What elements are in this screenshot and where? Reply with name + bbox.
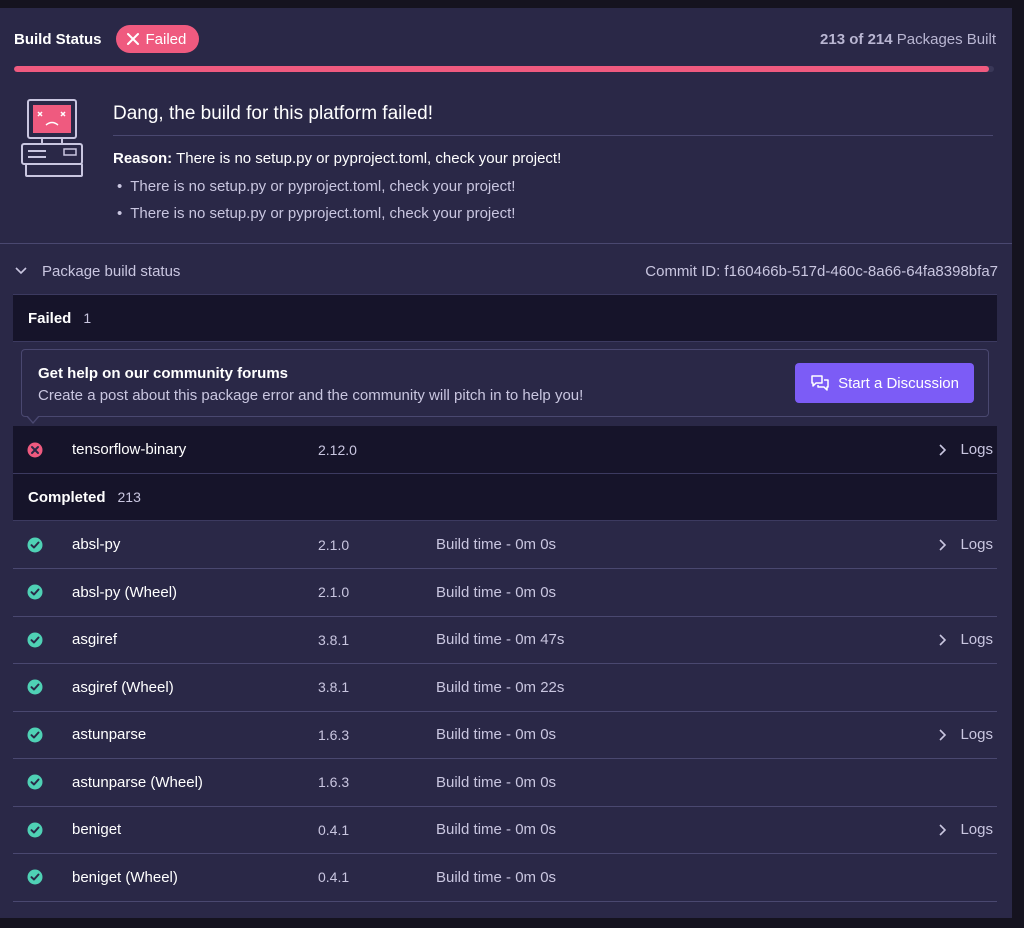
package-build-time: Build time - 0m 0s [436, 583, 557, 601]
built-count-value: 213 of 214 [820, 30, 893, 48]
logs-label: Logs [960, 821, 993, 838]
build-status-title: Build Status [14, 30, 102, 48]
package-name: beniget [72, 821, 122, 838]
chevron-right-icon [939, 633, 947, 646]
failure-title: Dang, the build for this platform failed… [113, 103, 434, 124]
package-version: 3.8.1 [318, 679, 350, 695]
failed-badge: Failed [115, 25, 200, 53]
logs-label: Logs [960, 631, 993, 648]
package-row-failed[interactable]: tensorflow-binary 2.12.0 Logs [13, 426, 997, 474]
chevron-down-icon [15, 267, 27, 275]
package-version: 1.6.3 [318, 774, 350, 790]
package-version: 3.8.1 [318, 631, 350, 648]
package-build-status-toggle[interactable]: Package build status Commit ID: f160466b… [14, 256, 998, 286]
failure-detail-list: There is no setup.py or pyproject.toml, … [117, 178, 515, 232]
package-version: 2.1.0 [318, 536, 350, 553]
logs-label: Logs [960, 726, 993, 743]
completed-group-title: Completed [28, 488, 106, 506]
package-version: 0.4.1 [318, 869, 350, 885]
chevron-right-icon [939, 728, 947, 741]
failed-group-title: Failed [28, 309, 72, 327]
package-row[interactable]: astunparse (Wheel) 1.6.3 Build time - 0m 0… [13, 759, 997, 807]
package-name: asgiref [72, 631, 118, 648]
package-name: astunparse [72, 726, 147, 743]
failure-detail-item: There is no setup.py or pyproject.toml, … [117, 178, 515, 205]
logs-link[interactable]: Logs [936, 536, 993, 553]
failure-summary: Dang, the build for this platform failed… [20, 98, 1000, 238]
package-version: 2.12.0 [318, 441, 357, 458]
chevron-right-icon [939, 443, 947, 456]
build-progress-bar [14, 66, 994, 72]
start-discussion-label: Start a Discussion [838, 374, 959, 392]
failure-divider [113, 135, 993, 136]
package-row[interactable]: absl-py (Wheel) 2.1.0 Build time - 0m 0s [13, 569, 997, 617]
package-build-time: Build time - 0m 22s [436, 678, 565, 696]
package-row[interactable]: beniget 0.4.1 Build time - 0m 0s Logs [13, 806, 997, 854]
close-icon [126, 33, 139, 45]
package-name: asgiref (Wheel) [72, 678, 174, 696]
package-version: 0.4.1 [318, 821, 350, 838]
completed-group-count: 213 [117, 489, 141, 505]
failed-group-header: Failed 1 [13, 294, 997, 342]
package-build-time: Build time - 0m 0s [436, 868, 557, 886]
error-circle-icon [27, 442, 43, 457]
package-build-time: Build time - 0m 0s [436, 536, 557, 553]
check-circle-icon [27, 679, 43, 695]
package-row[interactable]: astunparse 1.6.3 Build time - 0m 0s Logs [13, 711, 997, 759]
check-circle-icon [27, 537, 43, 552]
package-build-time: Build time - 0m 0s [436, 821, 557, 838]
package-name: tensorflow-binary [72, 441, 187, 458]
package-row[interactable]: absl-py 2.1.0 Build time - 0m 0s Logs [13, 521, 997, 569]
package-build-time: Build time - 0m 0s [436, 773, 557, 791]
package-version: 1.6.3 [318, 726, 350, 743]
logs-link[interactable]: Logs [936, 631, 993, 648]
failure-detail-item: There is no setup.py or pyproject.toml, … [117, 205, 515, 232]
reason-label: Reason: [113, 150, 173, 167]
failed-group-count: 1 [83, 310, 92, 326]
check-circle-icon [27, 774, 43, 790]
broken-computer-icon [21, 99, 83, 177]
completed-group-header: Completed 213 [13, 473, 997, 521]
package-name: astunparse (Wheel) [72, 773, 203, 791]
logs-label: Logs [960, 536, 993, 553]
package-name: beniget (Wheel) [72, 868, 178, 886]
start-discussion-button[interactable]: Start a Discussion [795, 363, 974, 403]
chat-bubbles-icon [811, 375, 829, 391]
check-circle-icon [27, 632, 43, 647]
package-build-time: Build time - 0m 0s [436, 726, 557, 743]
reason-text: There is no setup.py or pyproject.toml, … [176, 150, 562, 167]
build-status-header: Build Status Failed 213 of 214 Packages … [14, 24, 996, 54]
section-divider [0, 243, 1012, 244]
help-card-pointer [26, 415, 40, 424]
failed-badge-label: Failed [145, 30, 187, 48]
package-row[interactable]: beniget (Wheel) 0.4.1 Build time - 0m 0s [13, 854, 997, 902]
build-progress-fill [14, 66, 990, 72]
package-build-status-label: Package build status [42, 262, 181, 280]
help-description: Create a post about this package error a… [38, 387, 584, 404]
build-status-panel: Build Status Failed 213 of 214 Packages … [0, 8, 1012, 918]
package-row[interactable]: asgiref (Wheel) 3.8.1 Build time - 0m 22s [13, 664, 997, 712]
logs-link[interactable]: Logs [936, 821, 993, 838]
check-circle-icon [27, 584, 43, 600]
logs-label: Logs [960, 441, 993, 458]
package-version: 2.1.0 [318, 584, 350, 600]
commit-id: Commit ID: f160466b-517d-460c-8a66-64fa8… [645, 262, 998, 280]
community-help-card: Get help on our community forums Create … [21, 349, 989, 417]
package-name: absl-py [72, 536, 121, 553]
logs-link[interactable]: Logs [936, 441, 993, 458]
packages-built-count: 213 of 214 Packages Built [820, 31, 996, 48]
package-build-time: Build time - 0m 47s [436, 631, 565, 648]
help-title: Get help on our community forums [38, 365, 289, 382]
chevron-right-icon [939, 538, 947, 551]
built-count-suffix: Packages Built [896, 30, 996, 48]
failure-reason: Reason: There is no setup.py or pyprojec… [113, 150, 561, 167]
check-circle-icon [27, 822, 43, 837]
package-row[interactable]: asgiref 3.8.1 Build time - 0m 47s Logs [13, 616, 997, 664]
logs-link[interactable]: Logs [936, 726, 993, 743]
chevron-right-icon [939, 823, 947, 836]
check-circle-icon [27, 727, 43, 742]
check-circle-icon [27, 869, 43, 885]
package-name: absl-py (Wheel) [72, 583, 178, 601]
